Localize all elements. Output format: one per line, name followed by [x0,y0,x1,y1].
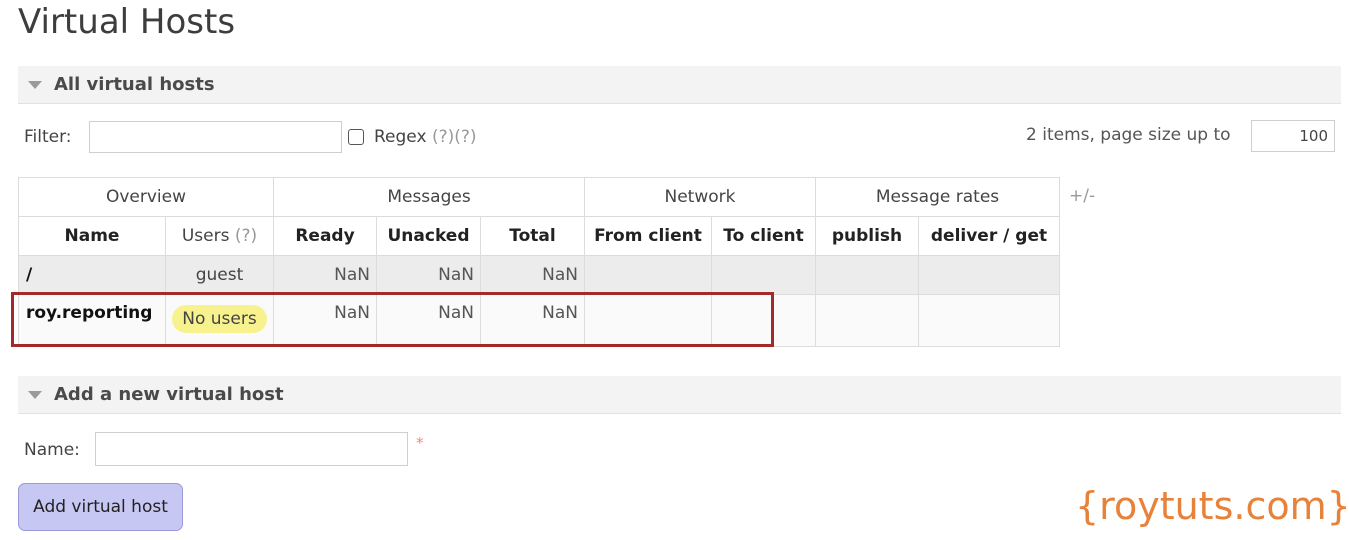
col-ready[interactable]: Ready [273,216,377,256]
pagination-info: 2 items, page size up to [1026,125,1231,145]
section-title: All virtual hosts [54,74,215,95]
group-network: Network [584,177,816,217]
col-from-client[interactable]: From client [584,216,712,256]
section-title: Add a new virtual host [54,384,284,405]
vhost-users: guest [165,255,274,295]
vhost-deliver-get [918,294,1060,347]
regex-label-text: Regex [374,127,427,147]
add-virtual-host-section-header[interactable]: Add a new virtual host [18,376,1341,414]
vhost-users: No users [165,294,274,347]
col-unacked[interactable]: Unacked [376,216,481,256]
page-title: Virtual Hosts [18,2,236,42]
vhost-publish [815,294,919,347]
filter-label: Filter: [24,127,72,147]
vhost-deliver-get [918,255,1060,295]
users-help-link[interactable]: (?) [235,226,257,246]
col-to-client[interactable]: To client [711,216,816,256]
col-total[interactable]: Total [480,216,585,256]
page-size-input[interactable] [1251,120,1335,152]
vhost-from-client [584,294,712,347]
col-deliver-get[interactable]: deliver / get [918,216,1060,256]
col-publish[interactable]: publish [815,216,919,256]
vhost-ready: NaN [273,294,377,347]
column-group-row: Overview Messages Network Message rates [18,177,1060,217]
vhost-name-input[interactable] [95,432,408,466]
col-users-label: Users [181,226,230,246]
regex-checkbox[interactable] [348,129,364,145]
col-name[interactable]: Name [18,216,166,256]
vhost-unacked: NaN [376,255,481,295]
vhost-name-link[interactable]: roy.reporting [18,294,166,347]
group-messages: Messages [273,177,585,217]
required-asterisk: * [416,434,424,452]
column-toggle-link[interactable]: +/- [1069,186,1095,206]
table-row[interactable]: roy.reporting No users NaN NaN NaN [18,294,1060,347]
group-overview: Overview [18,177,274,217]
add-virtual-host-button[interactable]: Add virtual host [18,483,183,531]
vhost-to-client [711,255,816,295]
collapse-triangle-icon[interactable] [28,80,42,89]
no-users-badge: No users [172,305,267,333]
vhost-total: NaN [480,255,585,295]
vhost-unacked: NaN [376,294,481,347]
vhost-from-client [584,255,712,295]
column-header-row: Name Users (?) Ready Unacked Total From … [18,216,1060,256]
group-message-rates: Message rates [815,177,1060,217]
vhost-name-link[interactable]: / [18,255,166,295]
collapse-triangle-icon[interactable] [28,390,42,399]
name-label: Name: [24,440,80,460]
filter-input[interactable] [89,121,342,153]
vhost-ready: NaN [273,255,377,295]
vhost-publish [815,255,919,295]
watermark: {roytuts.com} [1075,484,1349,528]
col-users: Users (?) [165,216,274,256]
regex-label: Regex (?)(?) [374,127,477,147]
all-virtual-hosts-section-header[interactable]: All virtual hosts [18,66,1341,104]
vhost-to-client [711,294,816,347]
regex-help-link[interactable]: (?)(?) [432,127,477,147]
virtual-hosts-table: Overview Messages Network Message rates … [18,177,1060,347]
vhost-total: NaN [480,294,585,347]
table-row[interactable]: / guest NaN NaN NaN [18,255,1060,295]
